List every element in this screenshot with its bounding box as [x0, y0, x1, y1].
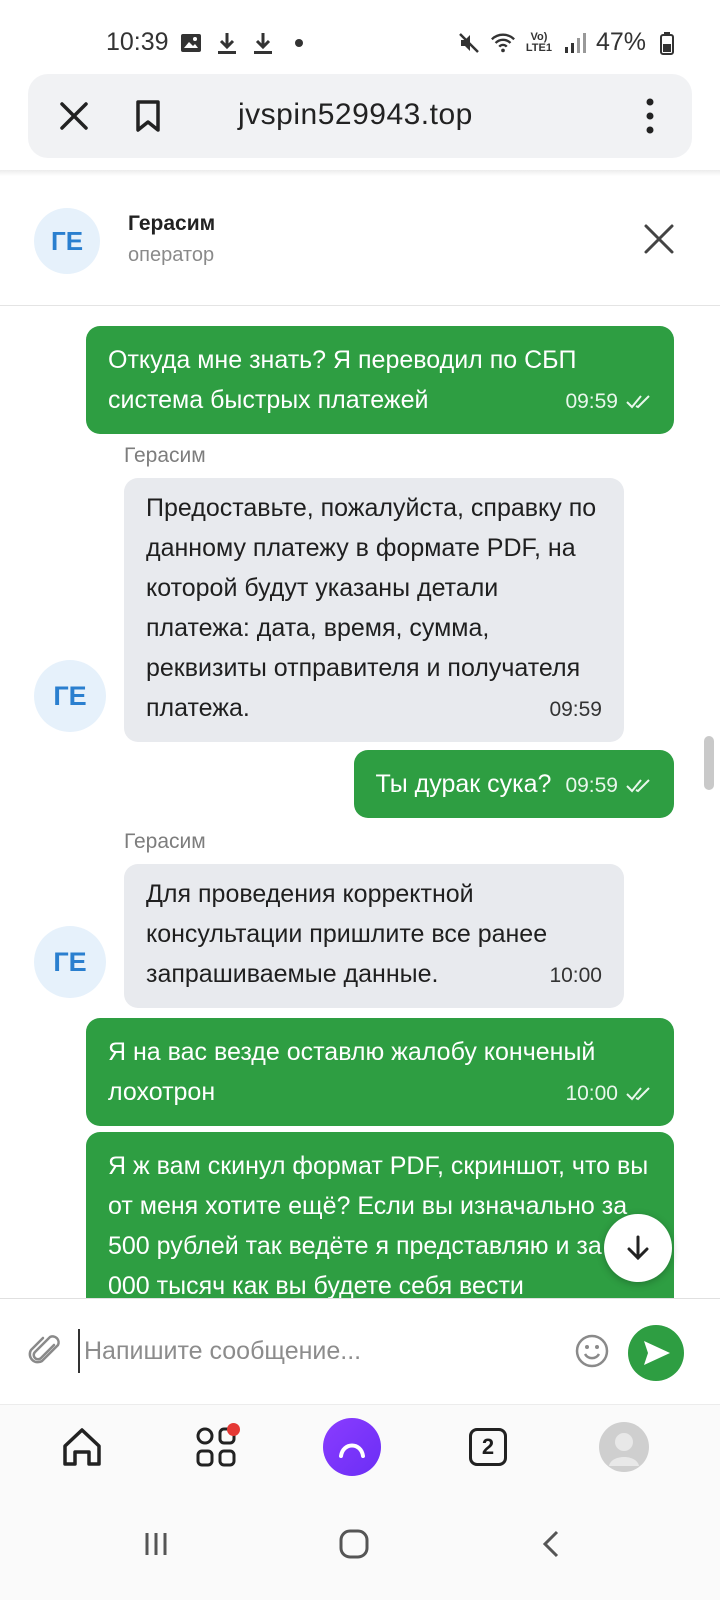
message-meta: 09:59 [565, 768, 652, 804]
emoji-icon [575, 1334, 609, 1368]
message-time: 09:59 [549, 698, 602, 721]
mute-icon [456, 30, 482, 56]
sender-name: Герасим [124, 444, 206, 467]
message-time: 10:00 [549, 964, 602, 987]
message-text: Я ж вам скинул формат PDF, скриншот, что… [108, 1152, 649, 1298]
browser-address-bar: jvspin529943.top [28, 74, 692, 158]
network-label: LTE1 [525, 41, 552, 54]
message-incoming[interactable]: Предоставьте, пожалуйста, справку по дан… [124, 478, 624, 742]
alice-icon [323, 1418, 381, 1476]
double-check-icon [626, 1087, 650, 1101]
attach-button[interactable] [28, 1333, 64, 1369]
operator-name: Герасим [128, 212, 216, 235]
chat-header: ГЕ Герасим оператор [0, 176, 720, 306]
image-icon [178, 30, 204, 56]
profile-avatar-icon [599, 1422, 649, 1472]
status-bar: 10:39 Vo) LTE1 47% [0, 0, 720, 70]
download-icon [250, 30, 276, 56]
message-meta: 09:59 [549, 692, 602, 728]
message-composer [0, 1298, 720, 1402]
recent-apps-icon [145, 1533, 167, 1555]
wifi-icon [490, 30, 516, 56]
bookmark-icon [136, 100, 160, 132]
operator-avatar: ГЕ [34, 208, 100, 274]
back-button[interactable] [532, 1524, 572, 1564]
profile-button[interactable] [594, 1417, 654, 1477]
message-time: 09:59 [565, 774, 618, 797]
message-incoming[interactable]: Для проведения корректной консультации п… [124, 864, 624, 1008]
browser-menu-button[interactable] [628, 94, 672, 138]
home-icon [63, 1428, 101, 1466]
message-text: Ты дурак сука? [375, 770, 552, 798]
sender-name: Герасим [124, 830, 206, 853]
message-text: Для проведения корректной консультации п… [146, 880, 548, 988]
status-time: 10:39 [106, 28, 169, 56]
message-list[interactable]: Откуда мне знать? Я переводил по СБП сис… [0, 306, 720, 1298]
signal-icon [562, 30, 588, 56]
message-input[interactable] [78, 1329, 558, 1373]
battery-icon [654, 30, 680, 56]
operator-avatar: ГЕ [34, 926, 106, 998]
message-outgoing[interactable]: Ты дурак сука? 09:59 [353, 750, 674, 818]
tabs-button[interactable]: 2 [458, 1417, 518, 1477]
close-chat-button[interactable] [642, 222, 676, 256]
bookmark-button[interactable] [126, 94, 170, 138]
close-icon [644, 224, 674, 254]
url-text[interactable]: jvspin529943.top [238, 98, 473, 132]
scrollbar-thumb[interactable] [704, 736, 714, 790]
message-text: Откуда мне знать? Я переводил по СБП сис… [108, 346, 577, 414]
home-square-icon [339, 1529, 369, 1559]
tabs-count: 2 [469, 1428, 507, 1466]
message-meta: 10:00 [549, 958, 602, 994]
message-time: 09:59 [565, 390, 618, 413]
status-system-icons: Vo) LTE1 47% [456, 28, 680, 57]
close-tab-button[interactable] [52, 94, 96, 138]
message-text: Я на вас везде оставлю жалобу конченый л… [108, 1038, 596, 1106]
arrow-down-icon [627, 1235, 649, 1261]
double-check-icon [626, 779, 650, 793]
services-button[interactable] [186, 1417, 246, 1477]
scroll-down-button[interactable] [604, 1214, 672, 1282]
dot-icon [286, 30, 312, 56]
battery-percent: 47% [595, 28, 646, 56]
notification-dot [227, 1423, 240, 1436]
system-home-button[interactable] [334, 1524, 374, 1564]
home-button[interactable] [52, 1417, 112, 1477]
message-time: 10:00 [565, 1082, 618, 1105]
status-notification-icons [178, 30, 312, 56]
system-navigation-bar [0, 1488, 720, 1600]
paperclip-icon [28, 1335, 60, 1364]
message-outgoing[interactable]: Я на вас везде оставлю жалобу конченый л… [86, 1018, 674, 1126]
message-outgoing[interactable]: Откуда мне знать? Я переводил по СБП сис… [86, 326, 674, 434]
browser-bottom-nav: 2 [0, 1404, 720, 1488]
emoji-button[interactable] [574, 1333, 610, 1369]
download-icon [214, 30, 240, 56]
lte-icon: Vo) LTE1 [525, 30, 552, 54]
double-check-icon [626, 395, 650, 409]
alice-assistant-button[interactable] [322, 1417, 382, 1477]
message-meta: 10:00 [565, 1076, 652, 1112]
message-text: Предоставьте, пожалуйста, справку по дан… [146, 494, 597, 722]
message-meta: 09:59 [565, 384, 652, 420]
message-outgoing[interactable]: Я ж вам скинул формат PDF, скриншот, что… [86, 1132, 674, 1298]
back-chevron-icon [542, 1530, 559, 1558]
close-icon [60, 102, 88, 130]
more-vertical-icon [646, 98, 654, 134]
operator-role: оператор [128, 244, 215, 266]
send-button[interactable] [628, 1325, 684, 1381]
send-icon [644, 1341, 670, 1365]
operator-avatar: ГЕ [34, 660, 106, 732]
recent-apps-button[interactable] [136, 1524, 176, 1564]
